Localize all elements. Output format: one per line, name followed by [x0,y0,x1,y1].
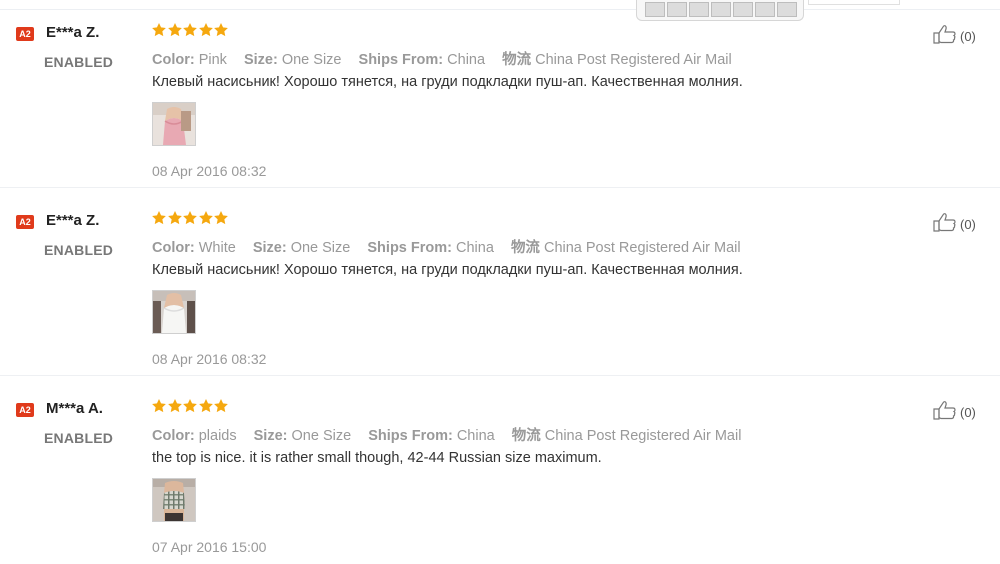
color-value: White [198,240,236,256]
color-key: Color: [152,240,195,256]
star-icon [198,398,214,414]
reviewer-name: E***a Z. [46,212,100,229]
reviewer-status: ENABLED [44,242,114,258]
rating-stars [151,398,229,416]
star-icon [182,210,198,226]
logistics-value: China Post Registered Air Mail [543,240,741,256]
review-item: A2 E***a Z. ENABLED Color: White Size: O… [0,187,1000,376]
star-icon [213,210,229,226]
helpful-button[interactable]: (0) [932,400,976,425]
thumbs-up-icon [932,400,958,425]
color-key: Color: [152,428,195,444]
star-icon [167,22,183,38]
thumbs-up-icon [932,24,958,49]
size-key: Size: [243,52,278,68]
size-key: Size: [253,428,288,444]
helpful-button[interactable]: (0) [932,24,976,49]
star-icon [151,210,167,226]
user-level-badge: A2 [16,27,34,41]
logistics-key: 物流 [511,428,541,444]
order-attributes: Color: White Size: One Size Ships From: … [152,236,754,257]
color-value: Pink [198,52,227,68]
review-text: Клевый насисьник! Хорошо тянется, на гру… [152,262,743,278]
user-level-badge: A2 [16,215,34,229]
ships-from-value: China [447,52,486,68]
star-icon [198,210,214,226]
helpful-count: (0) [960,29,976,44]
logistics-value: China Post Registered Air Mail [544,428,742,444]
user-level-badge: A2 [16,403,34,417]
logistics-key: 物流 [510,240,540,256]
review-date: 08 Apr 2016 08:32 [152,351,267,367]
size-value: One Size [290,240,351,256]
size-key: Size: [252,240,287,256]
ships-from-key: Ships From: [368,428,453,444]
reviewer-name: E***a Z. [46,24,100,41]
star-icon [167,398,183,414]
logistics-key: 物流 [502,52,532,68]
order-attributes: Color: plaids Size: One Size Ships From:… [152,424,754,445]
review-photo-thumbnail[interactable] [152,290,196,334]
star-icon [182,22,198,38]
review-item: A2 M***a A. ENABLED Color: plaids Size: … [0,375,1000,564]
review-photo-thumbnail[interactable] [152,102,196,146]
rating-stars [151,210,229,228]
rating-stars [151,22,229,40]
ships-from-value: China [456,428,495,444]
star-icon [213,398,229,414]
review-photo-thumbnail[interactable] [152,478,196,522]
star-icon [151,22,167,38]
review-text: the top is nice. it is rather small thou… [152,450,602,466]
review-text: Клевый насисьник! Хорошо тянется, на гру… [152,74,743,90]
size-value: One Size [291,428,352,444]
size-value: One Size [281,52,342,68]
star-icon [167,210,183,226]
reviewer-name: M***a A. [46,400,103,417]
ships-from-key: Ships From: [358,52,444,68]
order-attributes: Color: Pink Size: One Size Ships From: C… [152,48,745,69]
star-icon [151,398,167,414]
ships-from-value: China [456,240,494,256]
helpful-button[interactable]: (0) [932,212,976,237]
reviewer-status: ENABLED [44,54,114,70]
color-key: Color: [152,52,195,68]
review-date: 08 Apr 2016 08:32 [152,163,267,179]
review-date: 07 Apr 2016 15:00 [152,539,267,555]
star-icon [182,398,198,414]
reviewer-status: ENABLED [44,430,114,446]
helpful-count: (0) [960,217,976,232]
color-value: plaids [198,428,237,444]
star-icon [213,22,229,38]
logistics-value: China Post Registered Air Mail [535,52,732,68]
review-item: A2 E***a Z. ENABLED Color: Pink Size: On… [0,0,1000,188]
thumbs-up-icon [932,212,958,237]
star-icon [198,22,214,38]
ships-from-key: Ships From: [367,240,452,256]
helpful-count: (0) [960,405,976,420]
